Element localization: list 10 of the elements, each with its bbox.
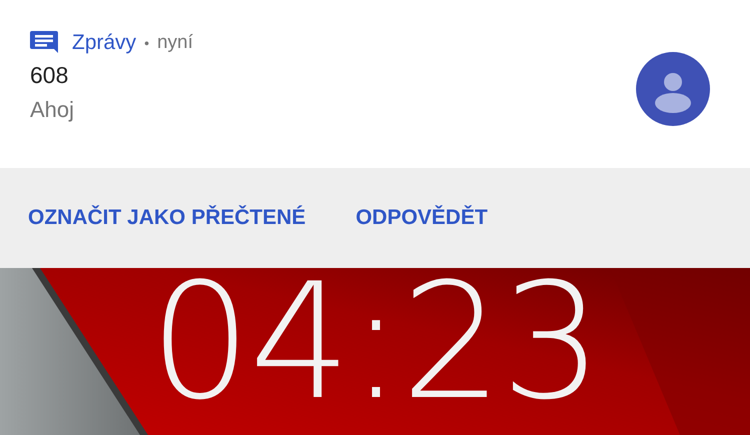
message-text: Ahoj xyxy=(30,97,74,123)
action-button[interactable]: OZNAČIT JAKO PŘEČTENÉ xyxy=(28,202,306,234)
message-icon xyxy=(30,31,58,55)
separator-dot: • xyxy=(144,35,150,51)
message-sender: 608 xyxy=(30,62,70,89)
clock-time: 04:23 xyxy=(149,280,601,404)
notification-time: nyní xyxy=(157,32,194,54)
avatar-icon xyxy=(636,52,710,126)
app-name: Zprávy xyxy=(72,31,136,55)
action-button[interactable]: ODPOVĚDĚT xyxy=(356,202,488,234)
